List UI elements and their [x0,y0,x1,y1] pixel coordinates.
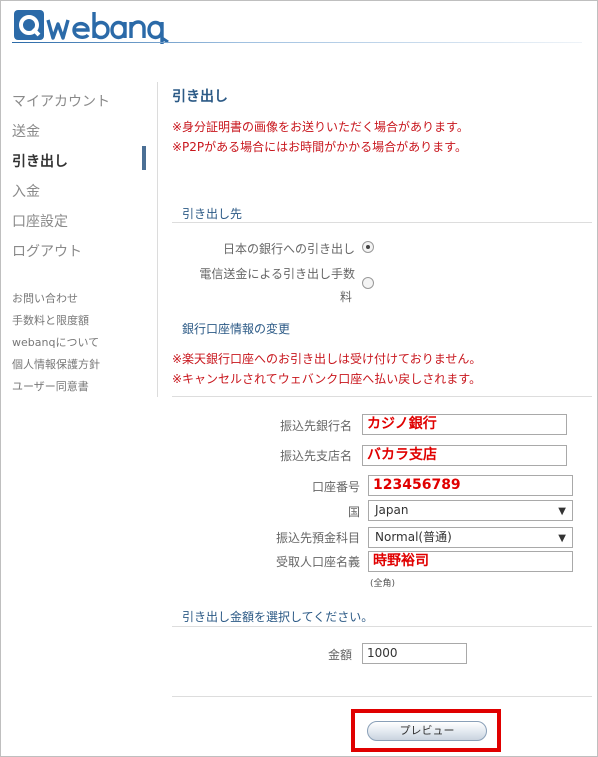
account-number-label: 口座番号 [311,480,360,494]
option-japan-bank-label: 日本の銀行への引き出し [222,242,355,256]
header-divider [12,42,582,43]
sidebar-item-logout[interactable]: ログアウト [12,241,82,261]
sidebar-item-deposit[interactable]: 入金 [12,181,40,201]
account-type-select-value: Normal(普通) [375,530,452,544]
notice-p2p-delay: ※P2Pがある場合にはお時間がかかる場合があります。 [172,140,467,154]
holder-name-label: 受取人口座名義 [275,555,360,569]
account-type-label: 振込先預金科目 [275,531,360,545]
branch-name-label: 振込先支店名 [279,449,352,463]
sidebar-link-contact[interactable]: お問い合わせ [12,290,78,306]
account-type-select[interactable]: Normal(普通) ▼ [368,527,573,548]
notice-id-image: ※身分証明書の画像をお送りいただく場合があります。 [172,120,469,134]
bank-name-label: 振込先銀行名 [279,419,352,433]
holder-name-hint: (全角) [370,579,396,589]
option-wire-label-line1: 電信送金による引き出し手数 [199,267,355,281]
chevron-down-icon: ▼ [558,533,566,544]
sidebar-item-transfer[interactable]: 送金 [12,121,40,141]
preview-highlight: プレビュー [351,709,501,752]
amount-label: 金額 [327,648,352,662]
notice-rakuten: ※楽天銀行口座へのお引き出しは受け付けておりません。 [172,352,482,366]
active-indicator [142,146,146,170]
bank-change-divider [172,396,592,397]
option-wire-radio[interactable] [362,277,374,289]
country-label: 国 [347,505,360,519]
amount-divider [172,626,592,627]
sidebar-link-about[interactable]: webanqについて [12,334,99,350]
sidebar-item-my-account[interactable]: マイアカウント [12,91,110,111]
webanq-logo[interactable] [12,8,172,50]
destination-divider [172,222,592,223]
sidebar-link-privacy[interactable]: 個人情報保護方針 [12,356,100,372]
country-select-value: Japan [375,503,409,517]
amount-heading: 引き出し金額を選択してください。 [182,610,374,624]
option-wire-label-line2: 料 [339,290,352,304]
holder-name-input[interactable]: 時野裕司 [368,551,573,572]
country-select[interactable]: Japan ▼ [368,500,573,521]
bank-name-input[interactable]: カジノ銀行 [362,414,567,435]
chevron-down-icon: ▼ [558,506,566,517]
option-japan-bank-radio[interactable] [362,241,374,253]
account-number-input[interactable]: 123456789 [368,475,573,496]
sidebar-link-terms[interactable]: ユーザー同意書 [12,378,89,394]
sidebar-link-fees[interactable]: 手数料と限度額 [12,312,89,328]
bank-change-heading: 銀行口座情報の変更 [182,322,291,336]
sidebar-item-withdraw[interactable]: 引き出し [12,151,68,171]
page-title: 引き出し [172,89,228,105]
sidebar-divider [157,82,158,397]
preview-button[interactable]: プレビュー [367,721,487,741]
sidebar-item-account-settings[interactable]: 口座設定 [12,211,68,231]
branch-name-input[interactable]: バカラ支店 [362,445,567,466]
footer-divider [172,696,592,697]
amount-input[interactable]: 1000 [362,643,467,664]
destination-heading: 引き出し先 [182,207,243,221]
notice-refund: ※キャンセルされてウェバンク口座へ払い戻しされます。 [172,372,482,386]
